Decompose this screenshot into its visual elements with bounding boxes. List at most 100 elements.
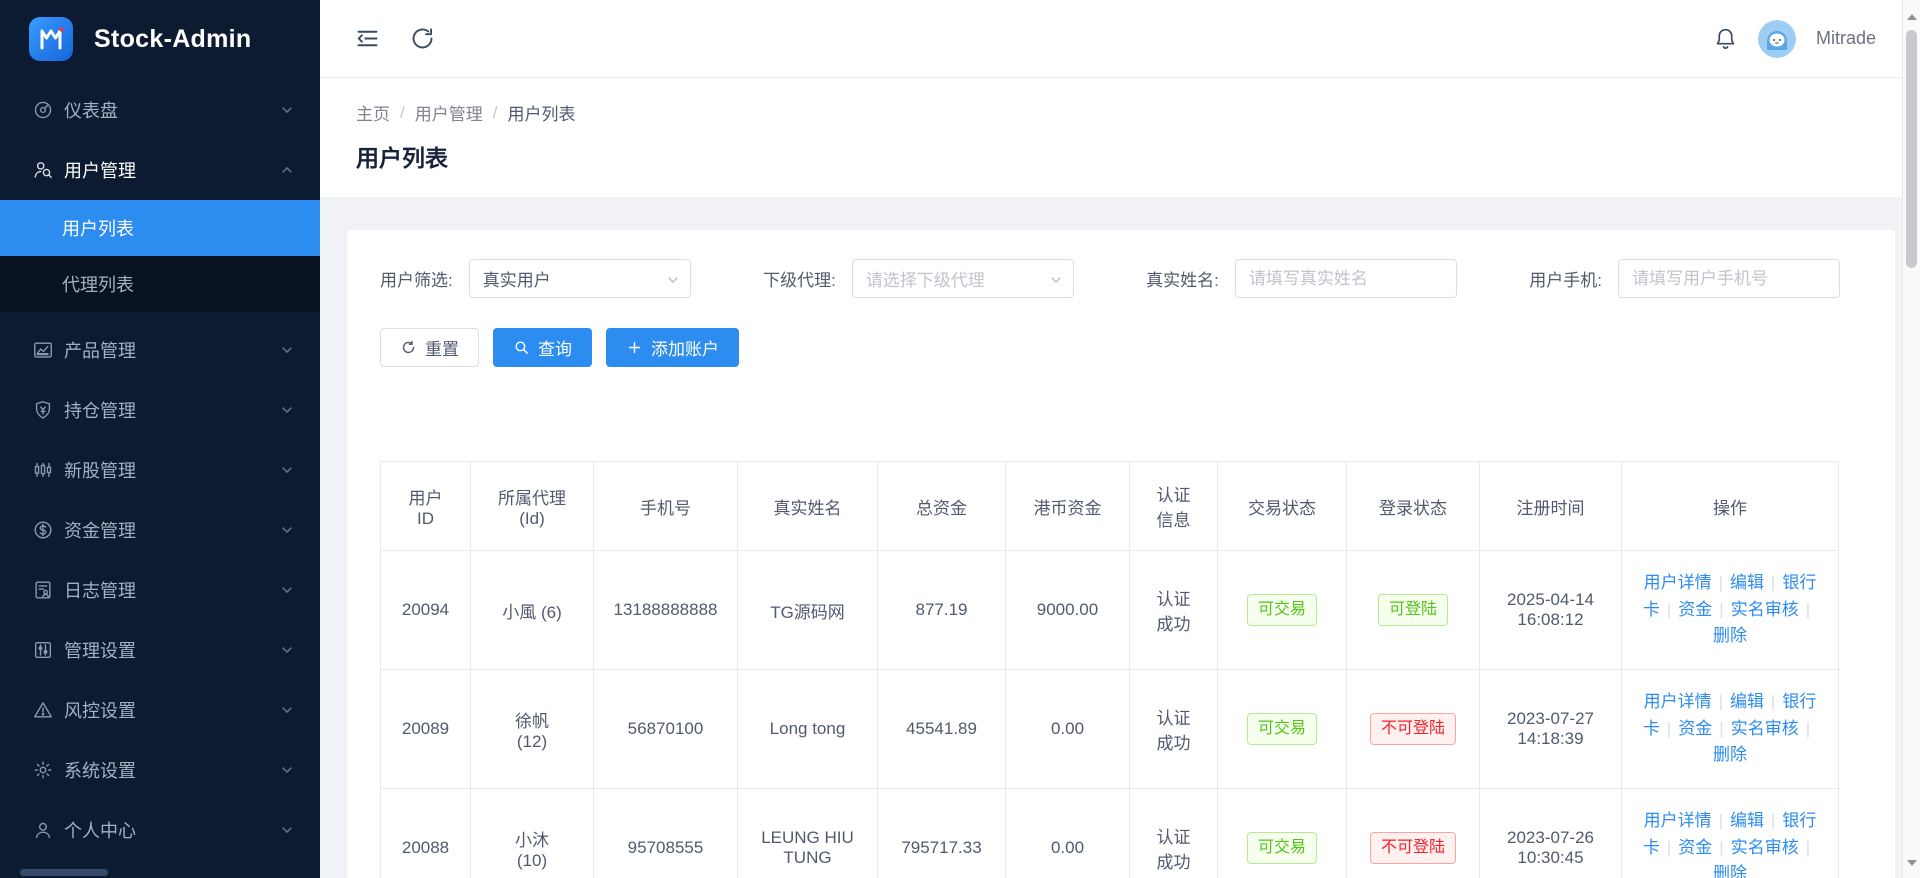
scrollbar-up-arrow-icon[interactable] [1903, 8, 1920, 26]
cell-real_name: Long tong [738, 670, 878, 789]
sub-agent-select[interactable]: 请选择下级代理 [852, 259, 1074, 298]
breadcrumb-item[interactable]: 主页 [356, 100, 390, 125]
chevron-down-icon [280, 643, 294, 657]
dollar-circle-icon [32, 519, 54, 541]
sidebar-item-label: 新股管理 [64, 457, 280, 483]
chevron-down-icon [280, 523, 294, 537]
cell-agent: 徐帆 (12) [471, 670, 594, 789]
real-name-input[interactable] [1235, 259, 1457, 298]
filters-row: 用户筛选: 真实用户 下级代理: 请选择下级代理 真实姓名:用户手机: [380, 259, 1840, 298]
sidebar-item-log-management[interactable]: 日志管理 [0, 560, 320, 620]
cell-login-status: 不可登陆 [1347, 670, 1480, 789]
user-detail-link[interactable]: 用户详情 [1644, 573, 1712, 592]
filter-group: 用户手机: [1529, 259, 1840, 298]
select-value: 真实用户 [483, 266, 551, 291]
delete-link[interactable]: 删除 [1713, 745, 1747, 764]
scrollbar-thumb[interactable] [1906, 30, 1917, 268]
cell-trade-status: 可交易 [1218, 670, 1347, 789]
edit-link[interactable]: 编辑 [1730, 811, 1764, 830]
refresh-icon[interactable] [409, 25, 436, 52]
sidebar-item-label: 产品管理 [64, 337, 280, 363]
real-name-audit-link[interactable]: 实名审核 [1731, 838, 1799, 857]
delete-link[interactable]: 删除 [1713, 864, 1747, 878]
breadcrumb-separator: / [493, 103, 498, 123]
sidebar-item-user-list[interactable]: 用户列表 [0, 200, 320, 256]
sidebar-item-product-management[interactable]: 产品管理 [0, 320, 320, 380]
real-name-audit-link[interactable]: 实名审核 [1731, 719, 1799, 738]
edit-link[interactable]: 编辑 [1730, 692, 1764, 711]
column-header: 登录状态 [1347, 462, 1480, 551]
cell-phone: 95708555 [594, 789, 738, 878]
trade-status-badge: 可交易 [1247, 594, 1317, 626]
sidebar-item-position-management[interactable]: 持仓管理 [0, 380, 320, 440]
trade-status-badge: 可交易 [1247, 713, 1317, 745]
submenu: 用户列表代理列表 [0, 200, 320, 312]
cell-hkd_funds: 0.00 [1006, 670, 1130, 789]
funds-link[interactable]: 资金 [1678, 838, 1712, 857]
notification-bell-icon[interactable] [1713, 26, 1738, 51]
delete-link[interactable]: 删除 [1713, 626, 1747, 645]
cell-phone: 13188888888 [594, 551, 738, 670]
app-logo-icon [28, 16, 74, 62]
search-button[interactable]: 查询 [493, 328, 592, 367]
funds-link[interactable]: 资金 [1678, 600, 1712, 619]
breadcrumb-separator: / [400, 103, 405, 123]
page-title: 用户列表 [356, 139, 1884, 173]
edit-link[interactable]: 编辑 [1730, 573, 1764, 592]
column-header: 操作 [1622, 462, 1839, 551]
user-phone-input[interactable] [1618, 259, 1840, 298]
sliders-icon [32, 639, 54, 661]
cell-agent: 小沐 (10) [471, 789, 594, 878]
sidebar-item-dashboard[interactable]: 仪表盘 [0, 80, 320, 140]
chevron-down-icon [280, 583, 294, 597]
column-header: 用户 ID [381, 462, 471, 551]
breadcrumb-item[interactable]: 用户管理 [415, 100, 483, 125]
sidebar-item-admin-settings[interactable]: 管理设置 [0, 620, 320, 680]
sidebar-item-system-settings[interactable]: 系统设置 [0, 740, 320, 800]
cell-phone: 56870100 [594, 670, 738, 789]
login-status-badge: 不可登陆 [1370, 832, 1456, 864]
breadcrumb: 主页 / 用户管理 / 用户列表 [356, 100, 1884, 125]
cell-real_name: TG源码网 [738, 551, 878, 670]
sidebar-item-label: 个人中心 [64, 817, 280, 843]
add-account-button[interactable]: 添加账户 [606, 328, 739, 367]
filter-label-user-filter: 用户筛选: [380, 266, 453, 291]
sidebar-horizontal-scrollbar-thumb[interactable] [20, 869, 108, 876]
sidebar-item-personal-center[interactable]: 个人中心 [0, 800, 320, 860]
real-name-audit-link[interactable]: 实名审核 [1731, 600, 1799, 619]
sidebar-item-user-management[interactable]: 用户管理 [0, 140, 320, 200]
column-header: 所属代理 (Id) [471, 462, 594, 551]
username[interactable]: Mitrade [1816, 28, 1876, 49]
sidebar-item-agent-list[interactable]: 代理列表 [0, 256, 320, 312]
user-detail-link[interactable]: 用户详情 [1644, 811, 1712, 830]
user-detail-link[interactable]: 用户详情 [1644, 692, 1712, 711]
action-separator: | [1799, 600, 1817, 619]
sidebar-item-label: 风控设置 [64, 697, 280, 723]
sidebar-item-funds-management[interactable]: 资金管理 [0, 500, 320, 560]
scrollbar-down-arrow-icon[interactable] [1903, 854, 1920, 872]
cell-auth: 认证 成功 [1130, 670, 1218, 789]
chevron-down-icon [280, 403, 294, 417]
cell-auth: 认证 成功 [1130, 551, 1218, 670]
filter-card: 用户筛选: 真实用户 下级代理: 请选择下级代理 真实姓名:用户手机: 重置 [347, 230, 1895, 878]
user-search-icon [32, 159, 54, 181]
action-separator: | [1712, 811, 1730, 830]
login-status-badge: 不可登陆 [1370, 713, 1456, 745]
cell-registered: 2025-04-14 16:08:12 [1480, 551, 1622, 670]
user-filter-select[interactable]: 真实用户 [469, 259, 691, 298]
column-header: 总资金 [878, 462, 1006, 551]
cell-registered: 2023-07-26 10:30:45 [1480, 789, 1622, 878]
cell-trade-status: 可交易 [1218, 551, 1347, 670]
sidebar-item-risk-settings[interactable]: 风控设置 [0, 680, 320, 740]
vertical-scrollbar[interactable] [1902, 0, 1920, 878]
collapse-sidebar-icon[interactable] [354, 25, 381, 52]
cell-hkd_funds: 9000.00 [1006, 551, 1130, 670]
cell-login-status: 不可登陆 [1347, 789, 1480, 878]
funds-link[interactable]: 资金 [1678, 719, 1712, 738]
action-separator: | [1712, 573, 1730, 592]
breadcrumb-item: 用户列表 [507, 100, 575, 125]
sidebar-item-ipo-management[interactable]: 新股管理 [0, 440, 320, 500]
avatar[interactable] [1758, 20, 1796, 58]
action-separator: | [1712, 719, 1730, 738]
reset-button[interactable]: 重置 [380, 328, 479, 367]
